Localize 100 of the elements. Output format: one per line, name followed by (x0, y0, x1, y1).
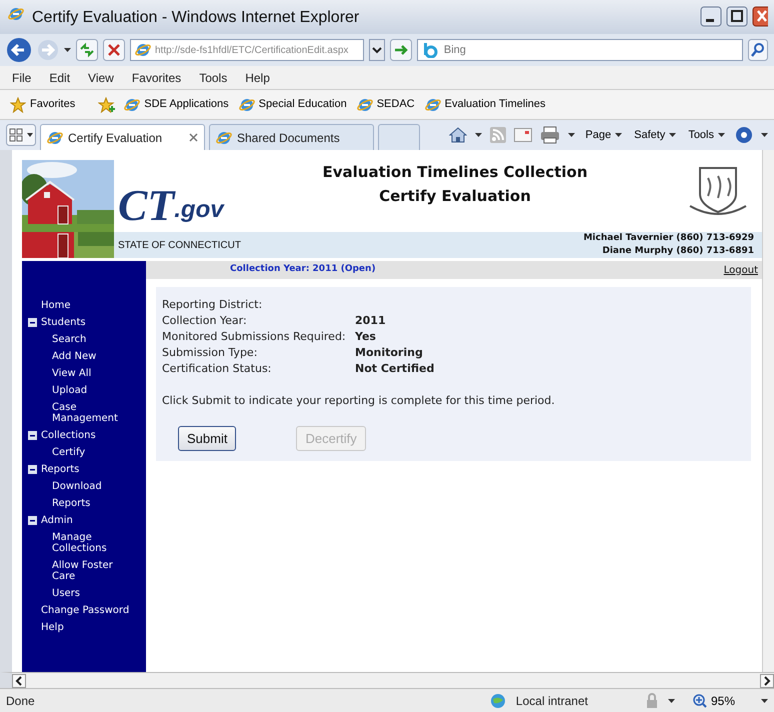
menu-item[interactable]: Edit (49, 68, 70, 86)
stop-icon[interactable] (103, 39, 125, 61)
search-field[interactable]: Bing (442, 40, 738, 60)
nav-link[interactable]: Upload (22, 382, 132, 399)
browser-icon (238, 96, 255, 112)
scroll-left-icon[interactable] (12, 674, 26, 688)
menu-item[interactable]: Help (245, 68, 270, 86)
nav-link[interactable]: Certify (22, 444, 132, 461)
print-icon[interactable] (540, 126, 560, 144)
logo-tagline: STATE OF CONNECTICUT (118, 238, 241, 252)
close-icon[interactable] (752, 6, 768, 27)
add-favorite-icon[interactable] (98, 96, 116, 112)
search-box[interactable]: Bing (416, 39, 743, 61)
nav-link[interactable]: Users (22, 585, 132, 602)
minimize-icon[interactable] (700, 6, 722, 27)
scroll-right-icon[interactable] (760, 674, 774, 688)
nav-link[interactable]: Home (41, 297, 71, 314)
caret-icon (615, 133, 622, 137)
field-label: Monitored Submissions Required: (162, 329, 347, 345)
nav-link[interactable]: Case Management (22, 399, 132, 427)
caret-icon (669, 133, 676, 137)
close-tab-icon[interactable] (189, 133, 198, 142)
back-icon[interactable] (6, 37, 32, 63)
help-icon[interactable] (735, 126, 753, 144)
vertical-scrollbar[interactable] (762, 150, 774, 672)
caret-icon[interactable] (475, 133, 482, 137)
collapse-icon[interactable] (28, 465, 37, 474)
nav-link[interactable]: Admin (41, 512, 73, 529)
browser-icon (135, 42, 151, 58)
nav-link[interactable]: View All (22, 365, 132, 382)
instruction-text: Click Submit to indicate your reporting is complete for this time period. (162, 393, 556, 409)
nav-link[interactable]: Help (41, 619, 64, 636)
menu-item[interactable]: View (88, 68, 114, 86)
maximize-icon[interactable] (726, 6, 748, 27)
nav-link[interactable]: Students (41, 314, 86, 331)
collection-year-text: Collection Year: 2011 (Open) (230, 263, 376, 276)
favorite-link[interactable]: SDE Applications (122, 96, 231, 113)
command-menu[interactable]: Safety (632, 126, 678, 144)
command-menu[interactable]: Page (583, 126, 624, 144)
browser-icon (124, 96, 140, 112)
field-value: Monitoring (355, 345, 423, 361)
home-icon[interactable] (449, 127, 468, 143)
globe-icon (490, 692, 508, 708)
zone-text: Local intranet (516, 692, 588, 710)
collapse-icon[interactable] (28, 516, 37, 525)
contact-text: Michael Tavernier (860) 713-6929 (583, 232, 754, 245)
menu-item[interactable]: Favorites (132, 68, 182, 86)
refresh-icon[interactable] (76, 39, 98, 61)
collapse-icon[interactable] (28, 431, 37, 440)
favorite-link[interactable]: Evaluation Timelines (422, 96, 548, 113)
submit-button[interactable]: Submit (178, 426, 236, 451)
field-label: Certification Status: (162, 361, 272, 377)
favorite-link[interactable]: SEDAC (354, 96, 417, 113)
search-engine-icon (422, 42, 438, 58)
horizontal-scrollbar[interactable] (0, 672, 774, 688)
field-label: Reporting District: (162, 297, 264, 313)
nav-link[interactable]: Manage Collections (22, 529, 132, 557)
browser-icon (216, 130, 232, 146)
nav-link[interactable]: Download (22, 478, 132, 495)
field-value: Not Certified (355, 361, 434, 377)
caret-icon[interactable] (568, 133, 576, 137)
caret-icon[interactable] (668, 698, 675, 702)
browser-icon (8, 6, 24, 22)
field-label: Submission Type: (162, 345, 258, 361)
command-menu[interactable]: Tools (686, 126, 727, 144)
caret-icon[interactable] (64, 48, 71, 52)
field-value: Yes (355, 329, 376, 345)
collapse-icon[interactable] (28, 318, 37, 327)
nav-link[interactable]: Search (22, 331, 132, 348)
nav-link[interactable]: Reports (22, 495, 132, 512)
window-title: Certify Evaluation - Windows Internet Explorer (32, 8, 360, 28)
quick-tabs-icon[interactable] (6, 124, 36, 146)
page-title: Certify Evaluation (378, 186, 532, 207)
address-field[interactable]: http://sde-fs1hfdl/ETC/CertificationEdit.aspx (130, 39, 364, 61)
dropdown-icon[interactable] (368, 39, 385, 61)
nav-link[interactable]: Change Password (41, 602, 130, 619)
go-icon[interactable] (390, 39, 412, 61)
mail-icon[interactable] (514, 128, 532, 142)
zoom-button[interactable]: 95% (690, 692, 737, 710)
browser-icon (47, 130, 63, 146)
caret-icon[interactable] (761, 698, 768, 702)
caret-icon[interactable] (761, 133, 768, 137)
menu-item[interactable]: Tools (199, 68, 228, 86)
nav-link[interactable]: Allow Foster Care (22, 557, 132, 585)
favorites-button[interactable]: Favorites (8, 96, 78, 113)
nav-link[interactable]: Add New (22, 348, 132, 365)
nav-link[interactable]: Reports (41, 461, 80, 478)
browser-tab[interactable]: Certify Evaluation (40, 124, 205, 150)
status-text: Done (6, 692, 35, 710)
logo-text: CT (118, 184, 174, 228)
browser-tab[interactable]: Shared Documents (209, 124, 374, 150)
zoom-icon (692, 694, 707, 708)
menu-item[interactable]: File (12, 68, 32, 86)
browser-icon (356, 96, 373, 112)
favorite-link[interactable]: Special Education (236, 96, 349, 113)
decertify-button: Decertify (296, 426, 366, 451)
logo-text: .gov (174, 196, 224, 225)
logout-link[interactable]: Logout (724, 262, 758, 278)
nav-link[interactable]: Collections (41, 427, 96, 444)
search-icon[interactable] (748, 39, 768, 61)
